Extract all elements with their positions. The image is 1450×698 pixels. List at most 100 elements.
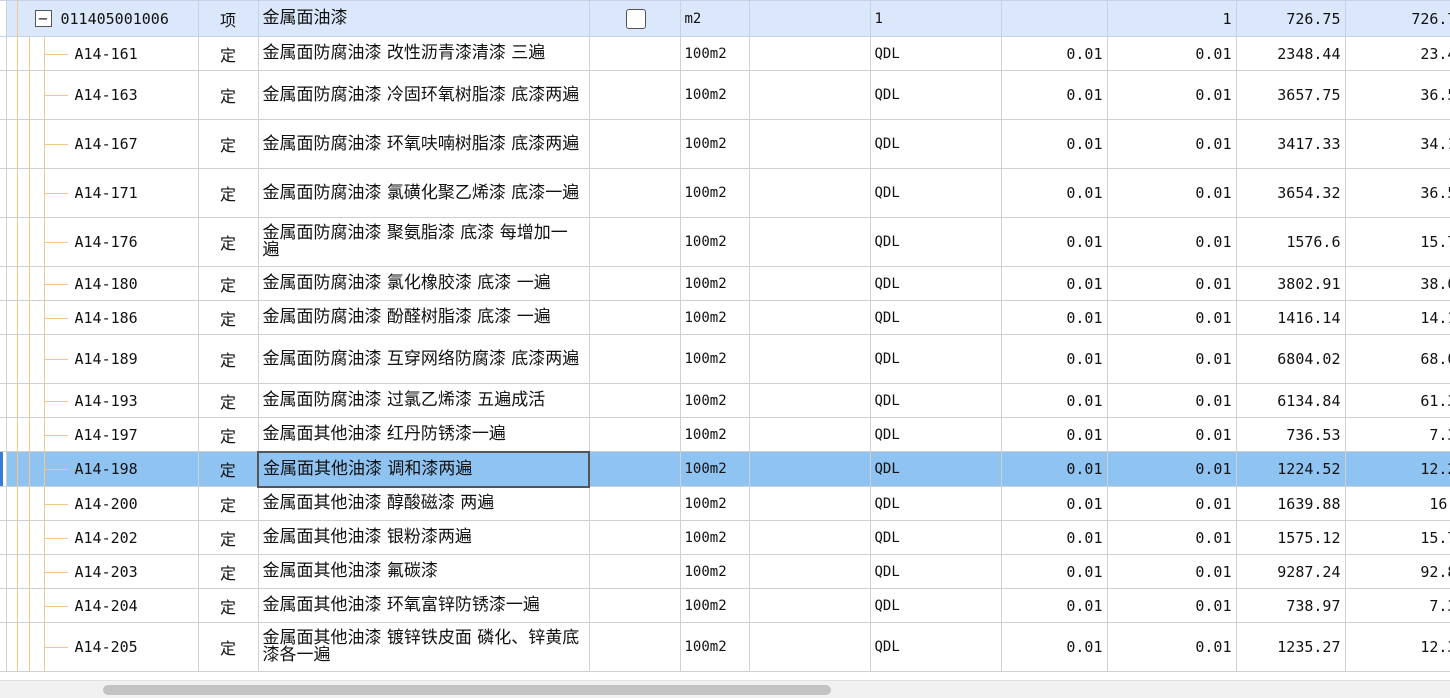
quota-unit[interactable]: 100m2: [679, 554, 750, 589]
quota-unit[interactable]: 100m2: [679, 588, 750, 623]
quota-name[interactable]: 金属面其他油漆 镀锌铁皮面 磷化、锌黄底漆各一遍: [257, 622, 590, 672]
quota-row[interactable]: A14-171 定金属面防腐油漆 氯磺化聚乙烯漆 底漆一遍 100m2 QDL 0.01…: [0, 168, 1450, 218]
quota-quantity[interactable]: 0.01: [1106, 119, 1237, 169]
quota-coefficient[interactable]: 0.01: [1000, 36, 1108, 71]
quota-name[interactable]: 金属面防腐油漆 改性沥青漆清漆 三遍: [257, 36, 590, 71]
quota-name[interactable]: 金属面防腐油漆 环氧呋喃树脂漆 底漆两遍: [257, 119, 590, 169]
quota-row[interactable]: A14-180 定金属面防腐油漆 氯化橡胶漆 底漆 一遍 100m2 QDL 0.01 0…: [0, 266, 1450, 301]
collapse-toggle-icon[interactable]: −: [34, 9, 52, 27]
quota-row[interactable]: A14-167 定金属面防腐油漆 环氧呋喃树脂漆 底漆两遍 100m2 QDL 0.01…: [0, 119, 1450, 169]
quota-expression[interactable]: QDL: [869, 417, 1002, 452]
quota-code-cell[interactable]: A14-193: [5, 383, 199, 418]
quota-code-cell[interactable]: A14-204: [5, 588, 199, 623]
quota-expression[interactable]: QDL: [869, 486, 1002, 521]
quota-name[interactable]: 金属面防腐油漆 聚氨脂漆 底漆 每增加一遍: [257, 217, 590, 267]
quota-coefficient[interactable]: 0.01: [1000, 417, 1108, 452]
quota-coefficient[interactable]: 0.01: [1000, 383, 1108, 418]
quota-code-cell[interactable]: A14-167: [5, 119, 199, 169]
quota-code-cell[interactable]: A14-197: [5, 417, 199, 452]
quota-unit[interactable]: 100m2: [679, 520, 750, 555]
quota-expression[interactable]: QDL: [869, 588, 1002, 623]
quota-unit[interactable]: 100m2: [679, 300, 750, 335]
quota-row[interactable]: A14-204 定金属面其他油漆 环氧富锌防锈漆一遍 100m2 QDL 0.01 0.0…: [0, 588, 1450, 623]
quota-name[interactable]: 金属面防腐油漆 冷固环氧树脂漆 底漆两遍: [257, 70, 590, 120]
quota-quantity[interactable]: 0.01: [1106, 217, 1237, 267]
quota-quantity[interactable]: 0.01: [1106, 383, 1237, 418]
quota-name[interactable]: 金属面防腐油漆 过氯乙烯漆 五遍成活: [257, 383, 590, 418]
quota-name[interactable]: 金属面防腐油漆 氯磺化聚乙烯漆 底漆一遍: [257, 168, 590, 218]
quota-coefficient[interactable]: 0.01: [1000, 486, 1108, 521]
quota-unit[interactable]: 100m2: [679, 451, 750, 487]
quota-unit[interactable]: 100m2: [679, 266, 750, 301]
quota-expression[interactable]: QDL: [869, 622, 1002, 672]
bill-expression[interactable]: 1: [869, 0, 1002, 37]
bill-quantity[interactable]: 1: [1106, 0, 1237, 37]
quota-code-cell[interactable]: A14-205: [5, 622, 199, 672]
quota-coefficient[interactable]: 0.01: [1000, 622, 1108, 672]
quota-code-cell[interactable]: A14-176: [5, 217, 199, 267]
quota-row[interactable]: A14-203 定金属面其他油漆 氟碳漆 100m2 QDL 0.01 0.01 9287.…: [0, 554, 1450, 589]
quota-name[interactable]: 金属面其他油漆 环氧富锌防锈漆一遍: [257, 588, 590, 623]
quota-expression[interactable]: QDL: [869, 217, 1002, 267]
quota-expression[interactable]: QDL: [869, 334, 1002, 384]
quota-row[interactable]: A14-186 定金属面防腐油漆 酚醛树脂漆 底漆 一遍 100m2 QDL 0.01 0…: [0, 300, 1450, 335]
quota-code-cell[interactable]: A14-202: [5, 520, 199, 555]
quota-quantity[interactable]: 0.01: [1106, 554, 1237, 589]
quota-expression[interactable]: QDL: [869, 520, 1002, 555]
quota-expression[interactable]: QDL: [869, 168, 1002, 218]
quota-row[interactable]: A14-163 定金属面防腐油漆 冷固环氧树脂漆 底漆两遍 100m2 QDL 0.01…: [0, 70, 1450, 120]
quota-unit[interactable]: 100m2: [679, 417, 750, 452]
quota-code-cell[interactable]: A14-186: [5, 300, 199, 335]
quota-row[interactable]: A14-189 定金属面防腐油漆 互穿网络防腐漆 底漆两遍 100m2 QDL 0.01…: [0, 334, 1450, 384]
scrollbar-thumb[interactable]: [103, 685, 831, 695]
quota-name[interactable]: 金属面其他油漆 醇酸磁漆 两遍: [257, 486, 590, 521]
quota-row[interactable]: A14-198 定金属面其他油漆 调和漆两遍 100m2 QDL 0.01 0.01 122…: [0, 450, 1450, 488]
bill-name[interactable]: 金属面油漆: [257, 0, 590, 37]
bill-row[interactable]: − 011405001006 项 金属面油漆 m2 1 1 726.75 726…: [0, 0, 1450, 37]
quota-row[interactable]: A14-176 定金属面防腐油漆 聚氨脂漆 底漆 每增加一遍 100m2 QDL 0.0…: [0, 217, 1450, 267]
quota-expression[interactable]: QDL: [869, 119, 1002, 169]
quota-quantity[interactable]: 0.01: [1106, 486, 1237, 521]
quota-coefficient[interactable]: 0.01: [1000, 520, 1108, 555]
quota-expression[interactable]: QDL: [869, 383, 1002, 418]
quota-name[interactable]: 金属面防腐油漆 氯化橡胶漆 底漆 一遍: [257, 266, 590, 301]
quota-code-cell[interactable]: A14-171: [5, 168, 199, 218]
quota-row[interactable]: A14-161 定金属面防腐油漆 改性沥青漆清漆 三遍 100m2 QDL 0.01 0.…: [0, 36, 1450, 71]
quota-quantity[interactable]: 0.01: [1106, 520, 1237, 555]
quota-name[interactable]: 金属面防腐油漆 互穿网络防腐漆 底漆两遍: [257, 334, 590, 384]
quota-coefficient[interactable]: 0.01: [1000, 588, 1108, 623]
quota-coefficient[interactable]: 0.01: [1000, 119, 1108, 169]
quota-unit[interactable]: 100m2: [679, 622, 750, 672]
quota-row[interactable]: A14-202 定金属面其他油漆 银粉漆两遍 100m2 QDL 0.01 0.01 157…: [0, 520, 1450, 555]
quota-code-cell[interactable]: A14-200: [5, 486, 199, 521]
quota-unit[interactable]: 100m2: [679, 36, 750, 71]
horizontal-scrollbar[interactable]: [0, 680, 1450, 698]
quota-quantity[interactable]: 0.01: [1106, 451, 1237, 487]
quota-unit[interactable]: 100m2: [679, 383, 750, 418]
quota-coefficient[interactable]: 0.01: [1000, 266, 1108, 301]
bill-checkbox[interactable]: [625, 8, 646, 29]
quota-code-cell[interactable]: A14-189: [5, 334, 199, 384]
quota-quantity[interactable]: 0.01: [1106, 168, 1237, 218]
quota-row[interactable]: A14-193 定金属面防腐油漆 过氯乙烯漆 五遍成活 100m2 QDL 0.01 0.…: [0, 383, 1450, 418]
quota-quantity[interactable]: 0.01: [1106, 417, 1237, 452]
bill-code-cell[interactable]: − 011405001006: [5, 0, 199, 37]
quota-row[interactable]: A14-197 定金属面其他油漆 红丹防锈漆一遍 100m2 QDL 0.01 0.01 7…: [0, 417, 1450, 452]
quota-quantity[interactable]: 0.01: [1106, 70, 1237, 120]
quota-quantity[interactable]: 0.01: [1106, 36, 1237, 71]
quota-unit[interactable]: 100m2: [679, 168, 750, 218]
quota-quantity[interactable]: 0.01: [1106, 622, 1237, 672]
quota-coefficient[interactable]: 0.01: [1000, 554, 1108, 589]
quota-coefficient[interactable]: 0.01: [1000, 334, 1108, 384]
quota-coefficient[interactable]: 0.01: [1000, 300, 1108, 335]
quota-coefficient[interactable]: 0.01: [1000, 217, 1108, 267]
quota-expression[interactable]: QDL: [869, 70, 1002, 120]
quota-coefficient[interactable]: 0.01: [1000, 70, 1108, 120]
quota-name[interactable]: 金属面其他油漆 氟碳漆: [257, 554, 590, 589]
quota-quantity[interactable]: 0.01: [1106, 588, 1237, 623]
quota-name[interactable]: 金属面防腐油漆 酚醛树脂漆 底漆 一遍: [257, 300, 590, 335]
quota-unit[interactable]: 100m2: [679, 119, 750, 169]
quota-unit[interactable]: 100m2: [679, 334, 750, 384]
quota-name[interactable]: 金属面其他油漆 银粉漆两遍: [257, 520, 590, 555]
quota-expression[interactable]: QDL: [869, 36, 1002, 71]
